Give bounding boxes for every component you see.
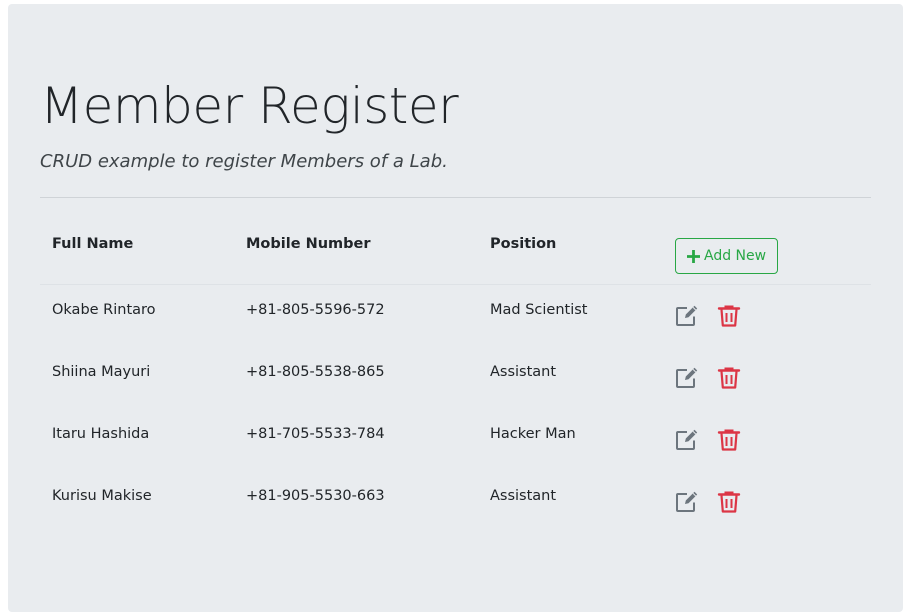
edit-icon[interactable] <box>675 428 699 452</box>
table-row: Itaru Hashida +81-705-5533-784 Hacker Ma… <box>40 409 871 471</box>
cell-mobile-number: +81-705-5533-784 <box>246 426 385 442</box>
cell-actions <box>663 471 871 533</box>
members-table: Full Name Mobile Number Position Add New… <box>40 216 871 533</box>
trash-icon[interactable] <box>717 366 741 390</box>
table-row: Shiina Mayuri +81-805-5538-865 Assistant <box>40 347 871 409</box>
page-subtitle: CRUD example to register Members of a La… <box>40 151 448 172</box>
cell-actions <box>663 409 871 471</box>
add-new-label: Add New <box>704 248 767 264</box>
column-header-actions: Add New <box>663 216 871 285</box>
trash-icon[interactable] <box>717 490 741 514</box>
cell-full-name: Shiina Mayuri <box>52 364 151 380</box>
column-header-position: Position <box>478 216 663 285</box>
add-new-button[interactable]: Add New <box>675 238 779 274</box>
table-header: Full Name Mobile Number Position Add New <box>40 216 871 285</box>
column-header-full-name: Full Name <box>40 216 234 285</box>
cell-full-name: Okabe Rintaro <box>52 302 156 318</box>
edit-icon[interactable] <box>675 366 699 390</box>
cell-full-name: Kurisu Makise <box>52 488 152 504</box>
edit-icon[interactable] <box>675 490 699 514</box>
cell-position: Assistant <box>490 364 557 380</box>
cell-mobile-number: +81-905-5530-663 <box>246 488 385 504</box>
cell-actions <box>663 285 871 348</box>
cell-mobile-number: +81-805-5596-572 <box>246 302 385 318</box>
page-title: Member Register <box>40 77 459 135</box>
plus-icon <box>687 249 700 263</box>
cell-position: Assistant <box>490 488 557 504</box>
column-header-mobile-number: Mobile Number <box>234 216 478 285</box>
divider <box>40 197 871 198</box>
cell-mobile-number: +81-805-5538-865 <box>246 364 385 380</box>
cell-full-name: Itaru Hashida <box>52 426 150 442</box>
trash-icon[interactable] <box>717 428 741 452</box>
cell-actions <box>663 347 871 409</box>
table-row: Okabe Rintaro +81-805-5596-572 Mad Scien… <box>40 285 871 348</box>
cell-position: Hacker Man <box>490 426 576 442</box>
jumbotron: Member Register CRUD example to register… <box>8 4 903 612</box>
trash-icon[interactable] <box>717 304 741 328</box>
table-body: Okabe Rintaro +81-805-5596-572 Mad Scien… <box>40 285 871 534</box>
edit-icon[interactable] <box>675 304 699 328</box>
table-row: Kurisu Makise +81-905-5530-663 Assistant <box>40 471 871 533</box>
table-header-row: Full Name Mobile Number Position Add New <box>40 216 871 285</box>
cell-position: Mad Scientist <box>490 302 588 318</box>
